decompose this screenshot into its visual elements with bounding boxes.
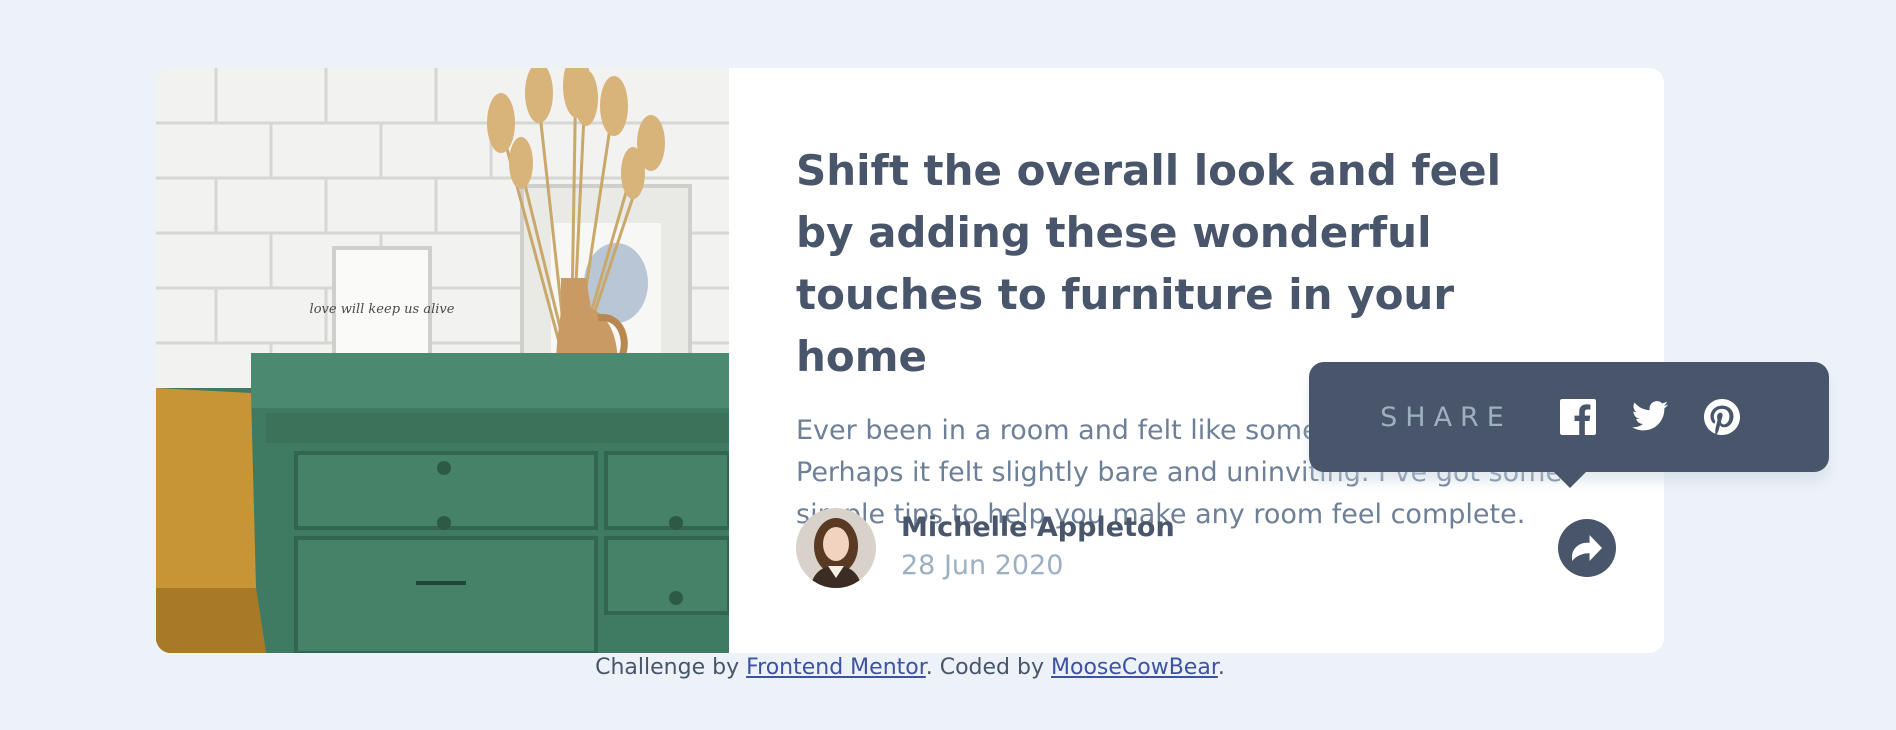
avatar <box>796 508 876 588</box>
frontend-mentor-link[interactable]: Frontend Mentor <box>746 655 926 680</box>
share-tooltip: SHARE <box>1309 362 1829 488</box>
post-date: 28 Jun 2020 <box>901 550 1064 581</box>
article-card: love will keep us alive Shift the overal… <box>156 68 1664 653</box>
footer-suffix: . <box>1217 655 1225 680</box>
author-link[interactable]: MooseCowBear <box>1051 655 1218 680</box>
attribution-footer: Challenge by Frontend Mentor. Coded by M… <box>0 655 1820 680</box>
author-name: Michelle Appleton <box>901 512 1175 543</box>
article-content: Shift the overall look and feel by addin… <box>729 68 1664 653</box>
author-meta: Michelle Appleton 28 Jun 2020 <box>901 510 1175 586</box>
share-label: SHARE <box>1380 401 1512 433</box>
share-button[interactable] <box>1558 519 1616 577</box>
article-photo: love will keep us alive <box>156 68 729 653</box>
twitter-icon[interactable] <box>1631 399 1668 435</box>
footer-prefix: Challenge by <box>595 655 747 680</box>
footer-middle: . Coded by <box>925 655 1051 680</box>
pinterest-icon[interactable] <box>1703 399 1740 435</box>
author-block: Michelle Appleton 28 Jun 2020 <box>796 508 1175 588</box>
article-title: Shift the overall look and feel by addin… <box>796 146 1502 381</box>
frame-text: love will keep us alive <box>310 302 455 317</box>
share-arrow-icon <box>1572 535 1602 561</box>
facebook-icon[interactable] <box>1559 399 1596 435</box>
